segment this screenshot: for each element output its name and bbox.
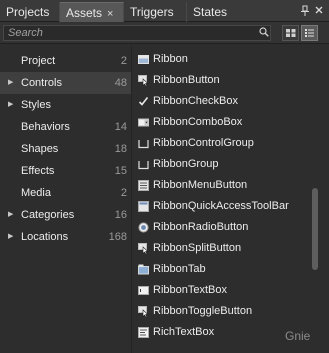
tab-close-icon[interactable]: × [107,8,113,20]
tab-assets-label: Assets [66,6,103,20]
search-bar [0,22,329,44]
richtextbox-icon [138,327,149,338]
asset-label: RibbonGroup [153,158,219,170]
asset-item-ribbon[interactable]: Ribbon [133,49,313,70]
group-icon [138,161,149,170]
category-label: Project [21,55,56,67]
radio-button-icon [138,222,149,233]
asset-label: RibbonToggleButton [153,305,253,317]
category-label: Media [21,187,51,199]
split-button-icon [138,243,149,254]
asset-label: RibbonButton [153,74,220,86]
category-locations[interactable]: ▶ Locations 168 [0,226,131,248]
category-effects[interactable]: Effects 15 [0,160,131,182]
expand-arrow-icon[interactable]: ▶ [8,94,13,116]
asset-item-ribbongroup[interactable]: RibbonGroup [133,154,313,175]
menu-button-icon [138,180,149,191]
tab-projects[interactable]: Projects [0,2,60,22]
search-input[interactable] [3,25,271,41]
category-media[interactable]: Media 2 [0,182,131,204]
category-label: Styles [21,99,51,111]
category-styles[interactable]: ▶ Styles [0,94,131,116]
asset-item-ribbonmenubutton[interactable]: RibbonMenuButton [133,175,313,196]
grid-view-icon [286,29,296,37]
expand-arrow-icon[interactable]: ▶ [8,226,13,248]
asset-label: RibbonSplitButton [153,242,242,254]
tab-assets[interactable]: Assets × [60,2,124,22]
asset-item-ribbonsplitbutton[interactable]: RibbonSplitButton [133,238,313,259]
expand-arrow-icon[interactable]: ▶ [8,72,13,94]
tab-triggers[interactable]: Triggers [124,2,187,22]
category-categories[interactable]: ▶ Categories 16 [0,204,131,226]
tab-projects-label: Projects [6,5,50,19]
asset-label: RibbonRadioButton [153,221,249,233]
search-icon[interactable] [259,27,269,37]
category-shapes[interactable]: Shapes 18 [0,138,131,160]
asset-item-ribbontextbox[interactable]: RibbonTextBox [133,280,313,301]
tab-states[interactable]: States [187,2,239,22]
category-label: Behaviors [21,121,70,133]
asset-list-scrollbar[interactable] [309,45,321,353]
category-count: 2 [120,187,127,199]
category-count: 14 [114,121,127,133]
asset-label: RibbonMenuButton [153,179,248,191]
textbox-icon [138,286,149,295]
category-count: 48 [114,77,127,89]
grid-view-button[interactable] [282,25,299,41]
asset-label: RibbonTab [153,263,206,275]
asset-list: Ribbon RibbonButton RibbonCheckBox Ribbo… [133,45,329,353]
category-label: Shapes [21,143,59,155]
category-label: Controls [21,77,62,89]
category-count: 168 [108,231,127,243]
expand-arrow-icon[interactable]: ▶ [8,204,13,226]
asset-item-ribbonbutton[interactable]: RibbonButton [133,70,313,91]
asset-label: RibbonControlGroup [153,137,254,149]
tab-triggers-label: Triggers [130,5,174,19]
asset-item-ribboncontrolgroup[interactable]: RibbonControlGroup [133,133,313,154]
category-behaviors[interactable]: Behaviors 14 [0,116,131,138]
tab-icon [138,264,149,275]
pin-icon[interactable] [300,5,310,17]
asset-item-ribbontab[interactable]: RibbonTab [133,259,313,280]
asset-item-ribboncheckbox[interactable]: RibbonCheckBox [133,91,313,112]
category-tree: Project 2 ▶ Controls 48 ▶ Styles Behavio… [0,45,132,353]
asset-label: RibbonComboBox [153,116,243,128]
asset-item-ribbontogglebutton[interactable]: RibbonToggleButton [133,301,313,322]
asset-label: RibbonCheckBox [153,95,238,107]
panel-close-icon[interactable] [314,4,324,16]
list-view-icon [305,29,314,37]
asset-item-ribboncombobox[interactable]: RibbonComboBox [133,112,313,133]
asset-item-ribbonradiobutton[interactable]: RibbonRadioButton [133,217,313,238]
category-label: Effects [21,165,55,177]
category-count: 15 [114,165,127,177]
category-label: Categories [21,209,75,221]
ribbon-icon [138,55,149,64]
watermark: Gnie [285,329,311,343]
checkbox-icon [138,97,149,106]
asset-label: RibbonQuickAccessToolBar [153,200,289,212]
panel-tab-bar: Projects Assets × Triggers States [0,0,329,22]
scrollbar-thumb[interactable] [312,188,318,270]
category-project[interactable]: Project 2 [0,50,131,72]
asset-item-ribbonquickaccesstoolbar[interactable]: RibbonQuickAccessToolBar [133,196,313,217]
list-view-button[interactable] [301,25,318,41]
toggle-button-icon [138,306,149,317]
asset-label: RibbonTextBox [153,284,227,296]
category-count: 2 [120,55,127,67]
asset-label: Ribbon [153,53,188,65]
toolbar-icon [138,201,149,212]
category-controls[interactable]: ▶ Controls 48 [0,72,131,94]
ribbon-button-icon [138,75,149,86]
tab-states-label: States [193,5,228,19]
category-label: Locations [21,231,69,243]
combobox-icon [138,118,149,127]
category-count: 16 [114,209,127,221]
control-group-icon [138,140,149,149]
asset-label: RichTextBox [153,326,215,338]
category-count: 18 [114,143,127,155]
